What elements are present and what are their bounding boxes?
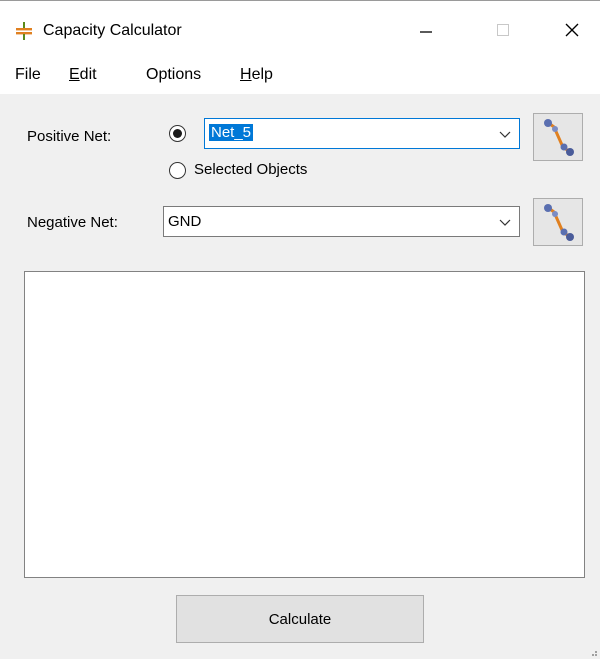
- close-icon: [565, 23, 579, 37]
- chevron-down-icon: [499, 219, 511, 226]
- menu-file[interactable]: File: [15, 66, 41, 84]
- maximize-icon: [497, 24, 509, 36]
- negative-net-label: Negative Net:: [27, 214, 118, 231]
- positive-net-value: Net_5: [209, 124, 254, 141]
- capacitor-icon: [16, 22, 32, 40]
- calculate-button-label: Calculate: [268, 610, 332, 628]
- selected-objects-radio[interactable]: [169, 162, 186, 179]
- menu-help[interactable]: Help: [240, 66, 273, 84]
- resize-grip-icon[interactable]: [589, 648, 597, 656]
- positive-net-combo[interactable]: Net_5: [204, 118, 520, 149]
- menu-edit[interactable]: Edit: [69, 66, 97, 84]
- menu-bar: File Edit Options Help: [0, 58, 600, 94]
- menu-options[interactable]: Options: [146, 66, 201, 84]
- maximize-button[interactable]: [480, 1, 526, 59]
- minimize-icon: [420, 31, 432, 33]
- positive-net-label: Positive Net:: [27, 128, 112, 145]
- negative-net-value: GND: [168, 213, 202, 230]
- pick-negative-net-button[interactable]: [533, 198, 583, 246]
- calculate-button[interactable]: Calculate: [176, 595, 424, 643]
- window-title: Capacity Calculator: [43, 22, 182, 39]
- close-button[interactable]: [549, 1, 595, 59]
- selected-objects-label: Selected Objects: [194, 161, 308, 178]
- net-picker-icon: [544, 119, 574, 156]
- results-textbox[interactable]: [24, 271, 585, 578]
- negative-net-combo[interactable]: GND: [163, 206, 520, 237]
- net-picker-icon: [544, 204, 574, 241]
- chevron-down-icon: [499, 131, 511, 138]
- minimize-button[interactable]: [403, 1, 449, 59]
- net-radio[interactable]: [169, 125, 186, 142]
- title-bar: Capacity Calculator: [0, 0, 600, 58]
- pick-positive-net-button[interactable]: [533, 113, 583, 161]
